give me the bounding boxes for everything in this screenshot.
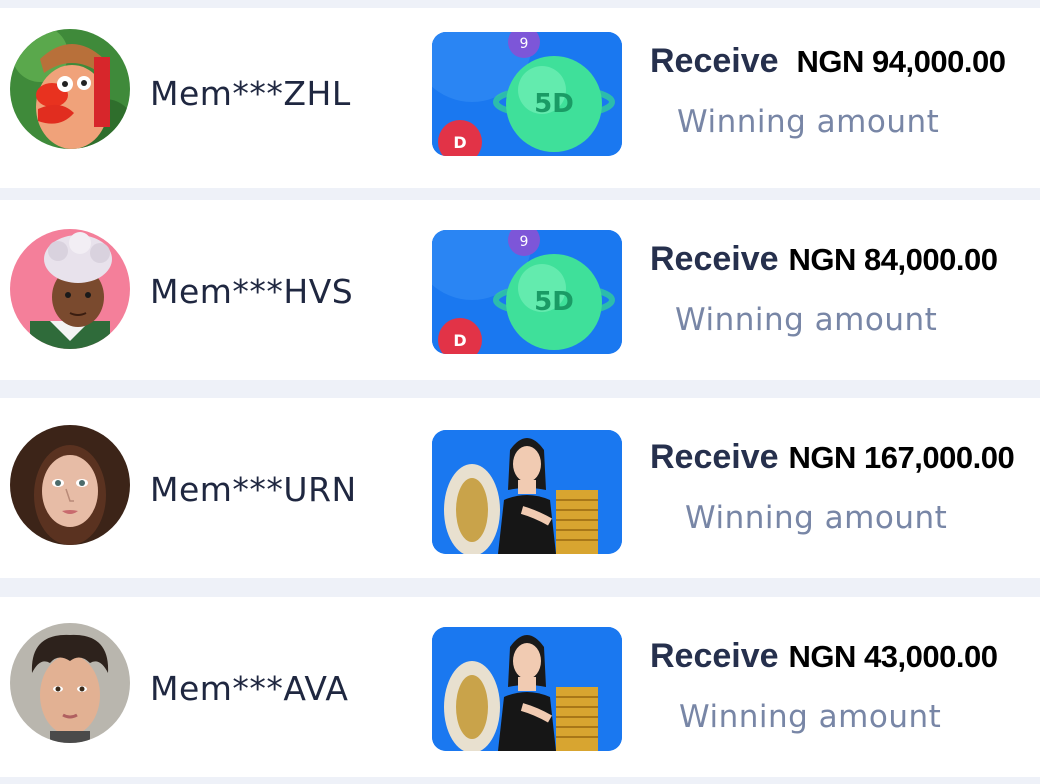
receive-line: Receive NGN 43,000.00	[650, 637, 998, 676]
receive-label: Receive	[650, 637, 779, 675]
winners-list: Mem***ZHL 9 5D D Receive NGN 94,000.00 Wi…	[0, 0, 1040, 784]
receive-label: Receive	[650, 42, 779, 80]
winning-amount-value: NGN 167,000.00	[788, 440, 1015, 475]
animated-boy-avatar-icon	[10, 229, 130, 349]
boy-portrait-avatar-icon	[10, 623, 130, 743]
5d-lottery-game-thumbnail-icon[interactable]: 9 5D D	[432, 32, 622, 156]
woman-portrait-avatar-icon	[10, 425, 130, 545]
receive-line: Receive NGN 167,000.00	[650, 438, 1015, 477]
cartoon-character-avatar-icon	[10, 29, 130, 149]
svg-text:9: 9	[520, 36, 529, 52]
member-name: Mem***HVS	[150, 272, 354, 311]
svg-text:D: D	[453, 331, 466, 350]
receive-line: Receive NGN 84,000.00	[650, 240, 998, 279]
svg-text:D: D	[453, 133, 466, 152]
5d-lottery-game-thumbnail-icon[interactable]: 9 5D D	[432, 230, 622, 354]
svg-text:5D: 5D	[534, 89, 574, 119]
winning-amount-value: NGN 43,000.00	[788, 639, 998, 674]
winning-amount-value: NGN 84,000.00	[788, 242, 998, 277]
winner-row: Mem***URN Receive NGN 167,000.00 Winning…	[0, 398, 1040, 578]
winning-amount-label: Winning amount	[677, 104, 940, 140]
winner-row: Mem***ZHL 9 5D D Receive NGN 94,000.00 Wi…	[0, 8, 1040, 188]
casino-game-thumbnail-icon[interactable]	[432, 430, 622, 554]
winning-amount-label: Winning amount	[679, 699, 942, 735]
winner-row: Mem***HVS 9 5D D Receive NGN 84,000.00 Wi…	[0, 200, 1040, 380]
receive-label: Receive	[650, 438, 779, 476]
winning-amount-label: Winning amount	[685, 500, 948, 536]
member-name: Mem***ZHL	[150, 74, 351, 113]
winning-amount-label: Winning amount	[675, 302, 938, 338]
member-name: Mem***AVA	[150, 669, 349, 708]
svg-text:5D: 5D	[534, 287, 574, 317]
svg-text:9: 9	[520, 234, 529, 250]
winner-row: Mem***AVA Receive NGN 43,000.00 Winning …	[0, 597, 1040, 777]
winning-amount-value: NGN 94,000.00	[796, 44, 1006, 79]
casino-game-thumbnail-icon[interactable]	[432, 627, 622, 751]
member-name: Mem***URN	[150, 470, 357, 509]
receive-line: Receive NGN 94,000.00	[650, 42, 1006, 81]
receive-label: Receive	[650, 240, 779, 278]
